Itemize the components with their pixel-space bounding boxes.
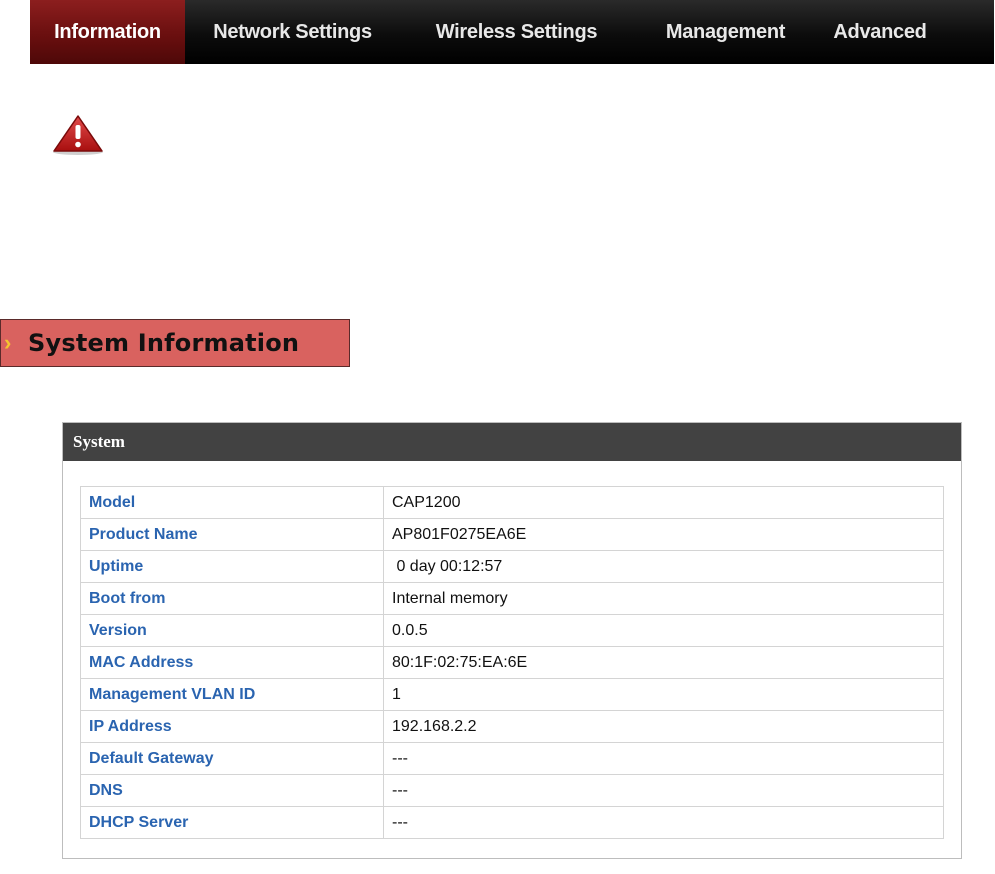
table-row: Boot from Internal memory	[80, 582, 944, 615]
row-value: 0 day 00:12:57	[383, 550, 944, 583]
row-label: Default Gateway	[80, 742, 384, 775]
row-value: 192.168.2.2	[383, 710, 944, 743]
row-value: ---	[383, 774, 944, 807]
nav-tab-network-settings[interactable]: Network Settings	[185, 0, 400, 64]
top-nav-bar: Information Network Settings Wireless Se…	[30, 0, 994, 64]
row-label: Version	[80, 614, 384, 647]
table-row: DNS ---	[80, 774, 944, 807]
nav-tab-information[interactable]: Information	[30, 0, 185, 64]
section-banner-system-information: › System Information	[0, 319, 350, 367]
nav-tab-management[interactable]: Management	[633, 0, 818, 64]
row-value: ---	[383, 806, 944, 839]
table-row: Model CAP1200	[80, 486, 944, 519]
table-row: IP Address 192.168.2.2	[80, 710, 944, 743]
table-row: Version 0.0.5	[80, 614, 944, 647]
chevron-right-icon: ›	[4, 330, 12, 355]
system-panel: System Model CAP1200 Product Name AP801F027…	[62, 422, 962, 859]
row-label: Management VLAN ID	[80, 678, 384, 711]
nav-tab-advanced[interactable]: Advanced	[818, 0, 942, 64]
row-value: 80:1F:02:75:EA:6E	[383, 646, 944, 679]
row-label: IP Address	[80, 710, 384, 743]
table-row: Default Gateway ---	[80, 742, 944, 775]
table-row: MAC Address 80:1F:02:75:EA:6E	[80, 646, 944, 679]
system-info-table: Model CAP1200 Product Name AP801F0275EA6E Up…	[80, 486, 944, 839]
row-label: DHCP Server	[80, 806, 384, 839]
row-value: Internal memory	[383, 582, 944, 615]
table-row: Uptime 0 day 00:12:57	[80, 550, 944, 583]
section-title: System Information	[28, 329, 300, 357]
row-value: ---	[383, 742, 944, 775]
row-label: DNS	[80, 774, 384, 807]
row-label: Boot from	[80, 582, 384, 615]
row-label: Model	[80, 486, 384, 519]
row-value: AP801F0275EA6E	[383, 518, 944, 551]
nav-tab-wireless-settings[interactable]: Wireless Settings	[400, 0, 633, 64]
row-label: MAC Address	[80, 646, 384, 679]
row-value: CAP1200	[383, 486, 944, 519]
table-row: Product Name AP801F0275EA6E	[80, 518, 944, 551]
row-label: Product Name	[80, 518, 384, 551]
table-row: DHCP Server ---	[80, 806, 944, 839]
row-value: 1	[383, 678, 944, 711]
panel-title: System	[63, 423, 961, 461]
row-label: Uptime	[80, 550, 384, 583]
table-row: Management VLAN ID 1	[80, 678, 944, 711]
warning-triangle-icon	[50, 114, 106, 156]
row-value: 0.0.5	[383, 614, 944, 647]
